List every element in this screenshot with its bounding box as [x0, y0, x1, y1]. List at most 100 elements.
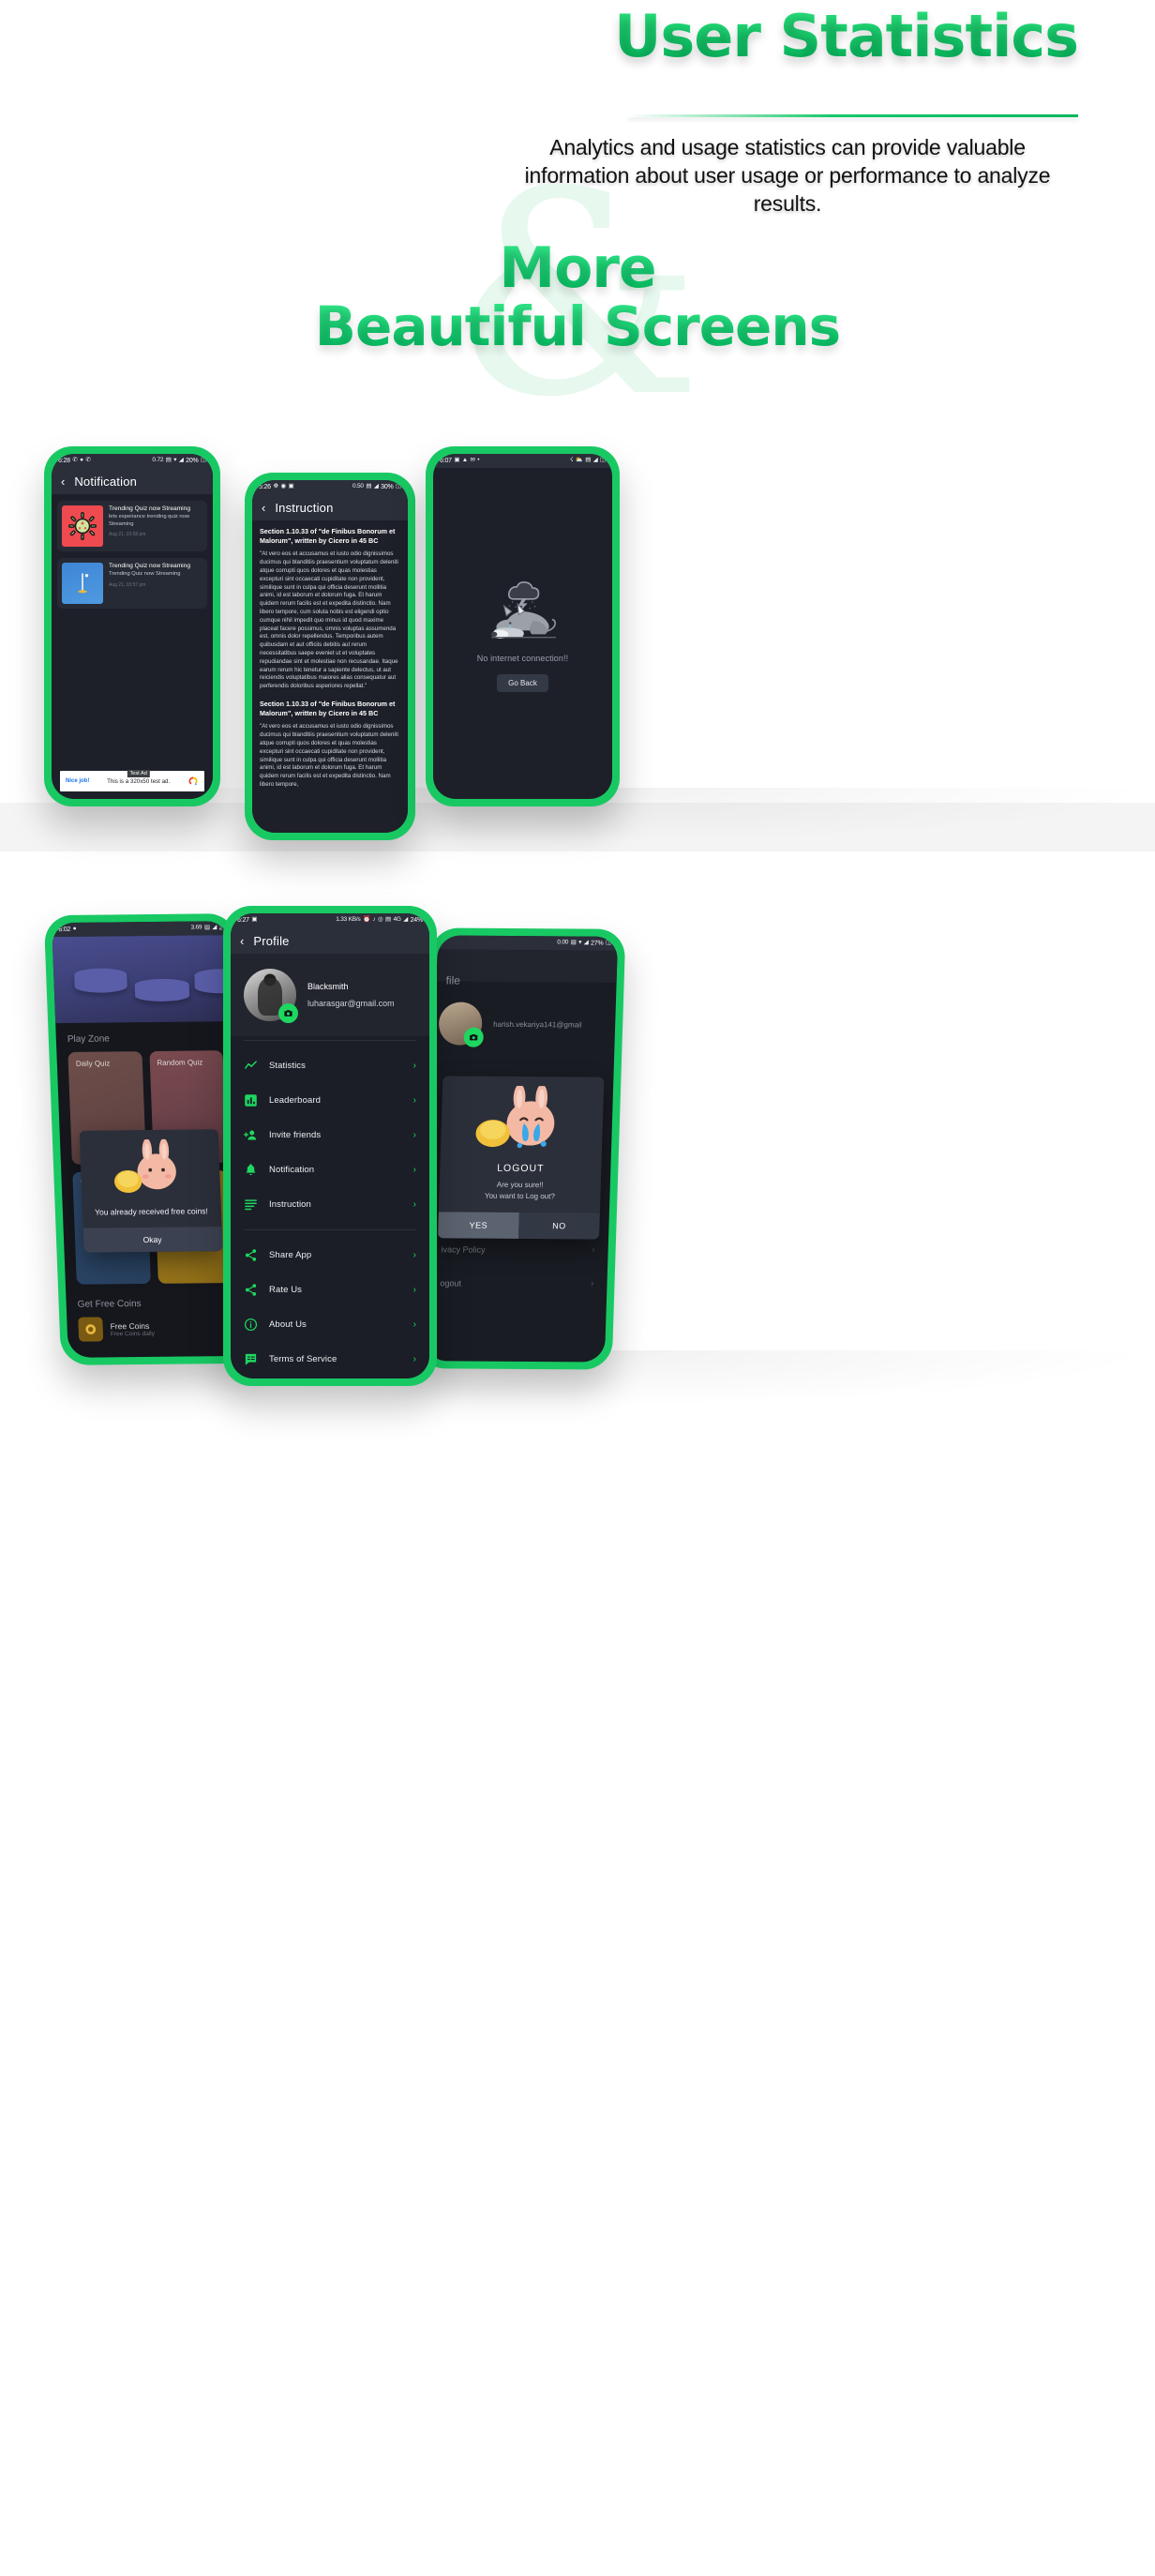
notification-time: Aug 21, 03:58 pm — [109, 532, 146, 538]
headphone-icon: ♪ — [372, 916, 376, 924]
battery-percent: 20% — [186, 458, 199, 464]
appbar-title: Notification — [74, 474, 138, 489]
dialog-art — [79, 1129, 220, 1198]
golf-icon — [77, 573, 89, 594]
menu-item-label: Share App — [269, 1250, 312, 1260]
instruction-heading-2: Section 1.10.33 of "de Finibus Bonorum e… — [260, 699, 396, 717]
volte-icon: ▤ — [570, 939, 577, 946]
list-item[interactable]: ogout › — [427, 1266, 608, 1301]
notification-title: Trending Quiz now Streaming — [109, 505, 190, 512]
dialog-no-button[interactable]: NO — [518, 1213, 600, 1240]
battery-percent: 30% — [381, 484, 394, 490]
back-button[interactable]: ‹ — [262, 502, 265, 514]
dialog-yes-button[interactable]: YES — [437, 1212, 519, 1240]
divider — [244, 1040, 416, 1041]
chevron-right-icon: › — [592, 1244, 595, 1256]
menu-item-label: ivacy Policy — [441, 1244, 486, 1255]
status-time: 6:27 — [237, 917, 249, 924]
phone-instruction: 5:26 ☸ ◉ ▣ 0.50 ▤ ◢ 30% ◫ ‹ Instruction … — [245, 473, 415, 840]
play-zone-section-title: Play Zone — [67, 1033, 111, 1045]
battery-icon: ◫ — [600, 457, 606, 464]
ad-banner[interactable]: Nice job! Test Ad This is a 320x50 test … — [60, 769, 204, 791]
mute-icon: ⛅ — [575, 457, 583, 464]
menu-item-about-us[interactable]: About Us › — [231, 1307, 429, 1342]
signal-icon: ◢ — [373, 483, 379, 490]
4g-icon: 4G — [393, 916, 401, 924]
chevron-right-icon: › — [412, 1094, 416, 1106]
virus-icon — [68, 512, 97, 540]
vowifi-icon: ▤ — [585, 457, 592, 464]
back-button[interactable]: ‹ — [61, 475, 65, 488]
signal-icon: ◢ — [583, 939, 589, 946]
sync-icon: ☸ — [273, 483, 278, 490]
app-bar: ‹ Instruction — [252, 494, 408, 520]
free-coins-title: Free Coins — [110, 1320, 150, 1331]
skype-icon: ● — [72, 926, 77, 933]
free-coins-dialog: You already received free coins! Okay — [79, 1129, 223, 1253]
status-bar: 6:27 ▣ 1.33 KB/s ⏰ ♪ ◎ ▤ 4G ◢ 24% — [231, 913, 429, 927]
ad-cta[interactable]: Nice job! — [66, 778, 89, 784]
instruction-screen: 5:26 ☸ ◉ ▣ 0.50 ▤ ◢ 30% ◫ ‹ Instruction … — [252, 480, 408, 833]
free-coins-section-title: Get Free Coins — [77, 1299, 142, 1310]
back-button[interactable]: ‹ — [240, 935, 244, 947]
menu-item-notification[interactable]: Notification › — [231, 1152, 429, 1187]
share-icon — [244, 1283, 258, 1297]
more-screens-heading: More Beautiful Screens — [0, 239, 1155, 355]
ad-tag: Test Ad — [127, 769, 150, 777]
bell-icon — [244, 1163, 258, 1177]
signal-icon: ◢ — [178, 457, 184, 464]
instruction-heading: Section 1.10.33 of "de Finibus Bonorum e… — [260, 527, 396, 545]
list-item[interactable]: Trending Quiz now Streaming Trending Qui… — [57, 558, 207, 609]
more-line-2: Beautiful Screens — [0, 298, 1155, 355]
menu-item-rate-us[interactable]: Rate Us › — [231, 1273, 429, 1307]
avatar-wrap[interactable] — [438, 1002, 485, 1047]
alarm-icon: ⏰ — [363, 916, 370, 924]
app-bar: ‹ Notification — [52, 468, 213, 494]
menu-item-share-app[interactable]: Share App › — [231, 1238, 429, 1273]
no-internet-message: No internet connection!! — [476, 654, 569, 663]
status-time: 6:28 — [58, 458, 70, 464]
menu-item-instruction[interactable]: Instruction › — [231, 1187, 429, 1222]
image-icon: ▣ — [288, 483, 294, 490]
signal-icon: ◢ — [592, 457, 598, 464]
notification-desc: lets experiance trending quiz now Stream… — [109, 514, 190, 527]
admob-icon — [188, 776, 198, 786]
menu-item-leaderboard[interactable]: Leaderboard › — [231, 1083, 429, 1118]
phone-logout: 0.00 ▤ ▾ ◢ 27% ◫ file harish.vekariya141… — [416, 927, 626, 1370]
dialog-okay-button[interactable]: Okay — [82, 1227, 223, 1253]
share-icon — [244, 1248, 258, 1262]
phone-play-zone: 6:02 ● 3.69 ▤ ◢ 2 Play Zone Daily Quiz R… — [43, 913, 254, 1365]
divider — [244, 1229, 416, 1230]
bunny-coin-icon — [113, 1138, 176, 1194]
status-bar: 6:07 ▣ ▲ ✉ • ☇ ⛅ ▤ ◢ ◫ — [433, 454, 612, 468]
free-coins-row[interactable]: Free Coins Free Coins daily 20 — [67, 1316, 245, 1342]
menu-item-label: Notification — [269, 1165, 315, 1175]
menu-item-terms-of-service[interactable]: Terms of Service › — [231, 1342, 429, 1377]
status-time: 6:02 — [58, 926, 71, 934]
clipboard-icon: ▣ — [454, 457, 460, 464]
avatar-wrap[interactable] — [244, 969, 298, 1023]
whatsapp-icon: ✆ — [72, 457, 78, 464]
dot-icon: • — [477, 457, 480, 464]
free-coins-sub: Free Coins daily — [110, 1330, 156, 1337]
menu-item-statistics[interactable]: Statistics › — [231, 1048, 429, 1083]
phone-notification: 6:28 ✆ ● ✆ 0.72 ▤ ▾ ◢ 20% ◫ ‹ Notificati… — [44, 446, 220, 806]
page-title: User Statistics — [614, 2, 1079, 70]
chevron-right-icon: › — [412, 1353, 416, 1364]
ad-text: This is a 320x50 test ad. — [107, 777, 171, 785]
menu-item-invite-friends[interactable]: Invite friends › — [231, 1118, 429, 1152]
terms-icon — [244, 1352, 258, 1366]
camera-icon[interactable] — [463, 1027, 485, 1047]
battery-percent: 27% — [590, 940, 604, 947]
profile-header: harish.vekariya141@gmail — [434, 981, 617, 1059]
crying-bunny-icon — [475, 1085, 555, 1149]
instruction-content: Section 1.10.33 of "de Finibus Bonorum e… — [252, 520, 408, 796]
net-speed: 0.50 — [352, 483, 364, 490]
menu-item-privacy-policy[interactable]: Privacy Policy › — [231, 1377, 429, 1378]
go-back-button[interactable]: Go Back — [497, 674, 548, 692]
list-item[interactable]: Trending Quiz now Streaming lets experia… — [57, 501, 207, 551]
dialog-message: Are you sure!! You want to Log out? — [484, 1180, 556, 1200]
dialog-message: You already received free coins! — [94, 1206, 208, 1217]
menu-item-label: ogout — [440, 1278, 462, 1288]
camera-icon[interactable] — [278, 1003, 298, 1023]
